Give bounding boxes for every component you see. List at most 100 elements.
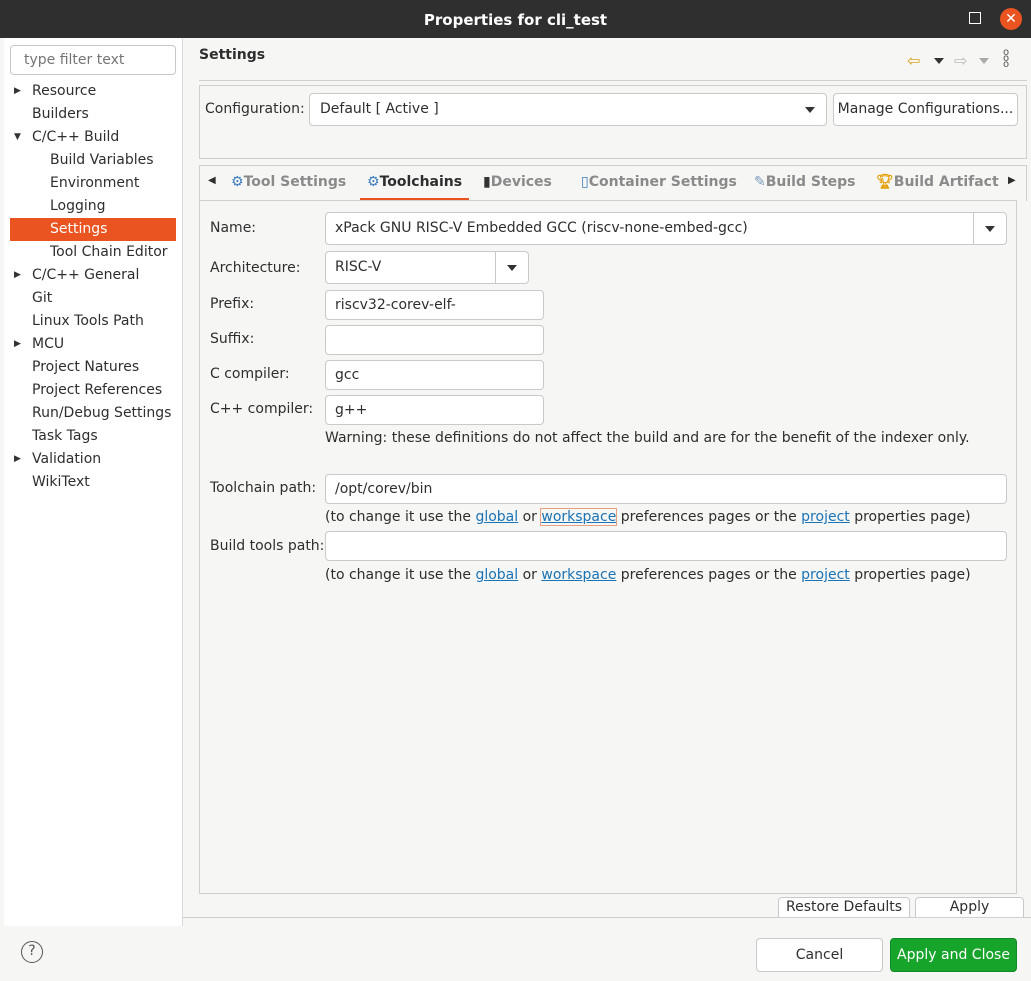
build-tools-path-note: (to change it use the global or workspac… xyxy=(325,567,971,583)
back-menu-icon[interactable] xyxy=(934,58,944,64)
expand-arrow-icon[interactable]: ▶ xyxy=(14,333,21,356)
sidebar-item-label: Environment xyxy=(50,175,140,191)
sidebar-item-build-variables[interactable]: Build Variables xyxy=(10,149,176,172)
toolchain-path-note: (to change it use the global or workspac… xyxy=(325,508,971,526)
apply-and-close-button[interactable]: Apply and Close xyxy=(890,938,1017,972)
tab-scroll-left-icon[interactable]: ◀ xyxy=(208,175,216,186)
tab-build-steps[interactable]: ✎Build Steps xyxy=(754,174,856,190)
workspace-link[interactable]: workspace xyxy=(540,508,618,526)
chevron-down-icon xyxy=(805,107,815,113)
toolchain-name-select[interactable]: xPack GNU RISC-V Embedded GCC (riscv-non… xyxy=(325,212,1007,245)
global-link[interactable]: global xyxy=(475,567,518,583)
toolchain-icon: ⚙ xyxy=(367,174,380,190)
sidebar-item-label: Validation xyxy=(32,451,102,467)
sidebar-item-label: WikiText xyxy=(32,474,90,490)
project-link[interactable]: project xyxy=(801,509,850,525)
sidebar-item-label: Builders xyxy=(32,106,89,122)
sidebar-item-run-debug-settings[interactable]: Run/Debug Settings xyxy=(6,402,176,425)
filter-input[interactable] xyxy=(10,45,176,75)
chip-icon: ▮ xyxy=(483,174,491,190)
sidebar-item-label: Linux Tools Path xyxy=(32,313,144,329)
cancel-button[interactable]: Cancel xyxy=(756,938,883,972)
sidebar-item-label: Settings xyxy=(50,221,108,237)
forward-arrow-icon[interactable]: ⇨ xyxy=(954,51,967,70)
tab-tool-settings[interactable]: ⚙Tool Settings xyxy=(231,174,346,190)
tab-toolchains[interactable]: ⚙Toolchains xyxy=(367,174,462,190)
sidebar-item-label: Task Tags xyxy=(32,428,98,444)
toolchain-path-input[interactable]: /opt/corev/bin xyxy=(325,474,1007,504)
chevron-down-icon xyxy=(507,265,517,271)
sidebar-item-resource[interactable]: ▶ Resource xyxy=(6,80,176,103)
expand-arrow-icon[interactable]: ▶ xyxy=(14,80,21,103)
sidebar-item-settings[interactable]: Settings xyxy=(10,218,176,241)
architecture-label: Architecture: xyxy=(210,260,301,276)
tab-container-settings[interactable]: ▯Container Settings xyxy=(581,174,737,190)
restore-defaults-button[interactable]: Restore Defaults xyxy=(778,897,910,917)
prefix-label: Prefix: xyxy=(210,296,255,312)
sidebar-item-project-references[interactable]: Project References xyxy=(6,379,176,402)
cpp-compiler-label: C++ compiler: xyxy=(210,401,314,417)
back-arrow-icon[interactable]: ⇦ xyxy=(907,51,920,70)
build-steps-icon: ✎ xyxy=(754,174,766,190)
sidebar-item-label: Git xyxy=(32,290,53,306)
sidebar-item-label: MCU xyxy=(32,336,65,352)
configuration-select[interactable]: Default [ Active ] xyxy=(309,93,827,126)
sidebar-item-label: Run/Debug Settings xyxy=(32,405,172,421)
sidebar-item-wikitext[interactable]: WikiText xyxy=(6,471,176,494)
apply-button[interactable]: Apply xyxy=(915,897,1024,917)
page-title: Settings xyxy=(199,47,266,63)
help-icon[interactable]: ? xyxy=(21,941,43,963)
forward-menu-icon[interactable] xyxy=(979,58,989,64)
name-label: Name: xyxy=(210,220,257,236)
tab-scroll-right-icon[interactable]: ▶ xyxy=(1008,175,1016,186)
sidebar-item-label: Project References xyxy=(32,382,163,398)
sidebar-item-task-tags[interactable]: Task Tags xyxy=(6,425,176,448)
workspace-link[interactable]: workspace xyxy=(541,567,616,583)
sidebar-item-label: Tool Chain Editor xyxy=(50,244,168,260)
global-link[interactable]: global xyxy=(475,509,518,525)
close-icon[interactable]: ✕ xyxy=(1000,8,1022,30)
tab-devices[interactable]: ▮Devices xyxy=(483,174,552,190)
project-link[interactable]: project xyxy=(801,567,850,583)
sidebar-item-mcu[interactable]: ▶ MCU xyxy=(6,333,176,356)
sidebar-item-project-natures[interactable]: Project Natures xyxy=(6,356,176,379)
sidebar-item-tool-chain-editor[interactable]: Tool Chain Editor xyxy=(10,241,176,264)
sidebar-item-c-c-build[interactable]: ▼ C/C++ Build xyxy=(6,126,176,149)
expand-arrow-icon[interactable]: ▶ xyxy=(14,264,21,287)
architecture-select[interactable]: RISC-V xyxy=(325,251,529,284)
build-tools-path-label: Build tools path: xyxy=(210,538,325,554)
sidebar-item-linux-tools-path[interactable]: Linux Tools Path xyxy=(6,310,176,333)
maximize-icon[interactable] xyxy=(969,12,981,24)
cpp-compiler-input[interactable]: g++ xyxy=(325,395,544,425)
sidebar-item-environment[interactable]: Environment xyxy=(10,172,176,195)
sidebar-item-validation[interactable]: ▶ Validation xyxy=(6,448,176,471)
tool-icon: ⚙ xyxy=(231,174,244,190)
build-tools-path-input[interactable] xyxy=(325,531,1007,561)
sidebar-item-label: Logging xyxy=(50,198,106,214)
window-title: Properties for cli_test xyxy=(423,11,608,29)
sidebar-item-builders[interactable]: Builders xyxy=(6,103,176,126)
c-compiler-input[interactable]: gcc xyxy=(325,360,544,390)
suffix-input[interactable] xyxy=(325,325,544,355)
tab-build-artifact[interactable]: 🏆︎Build Artifact xyxy=(876,174,999,190)
chevron-down-icon xyxy=(985,226,995,232)
sidebar-item-git[interactable]: Git xyxy=(6,287,176,310)
c-compiler-label: C compiler: xyxy=(210,366,290,382)
more-menu-icon[interactable]: ooo xyxy=(1003,48,1009,70)
trophy-icon: 🏆︎ xyxy=(876,174,894,190)
collapse-arrow-icon[interactable]: ▼ xyxy=(14,126,21,149)
sidebar-item-label: C/C++ General xyxy=(32,267,140,283)
sidebar-item-logging[interactable]: Logging xyxy=(10,195,176,218)
container-icon: ▯ xyxy=(581,174,589,190)
suffix-label: Suffix: xyxy=(210,331,255,347)
sidebar-item-label: Build Variables xyxy=(50,152,154,168)
expand-arrow-icon[interactable]: ▶ xyxy=(14,448,21,471)
title-bar: Properties for cli_test xyxy=(0,0,1031,38)
restore-apply-button-row: Restore Defaults Apply xyxy=(199,897,1027,917)
configuration-value: Default [ Active ] xyxy=(320,101,439,117)
toolchain-path-label: Toolchain path: xyxy=(210,480,317,496)
sidebar-item-label: Project Natures xyxy=(32,359,140,375)
sidebar-item-c-c-general[interactable]: ▶ C/C++ General xyxy=(6,264,176,287)
manage-configurations-button[interactable]: Manage Configurations... xyxy=(833,93,1018,126)
prefix-input[interactable]: riscv32-corev-elf- xyxy=(325,290,544,320)
